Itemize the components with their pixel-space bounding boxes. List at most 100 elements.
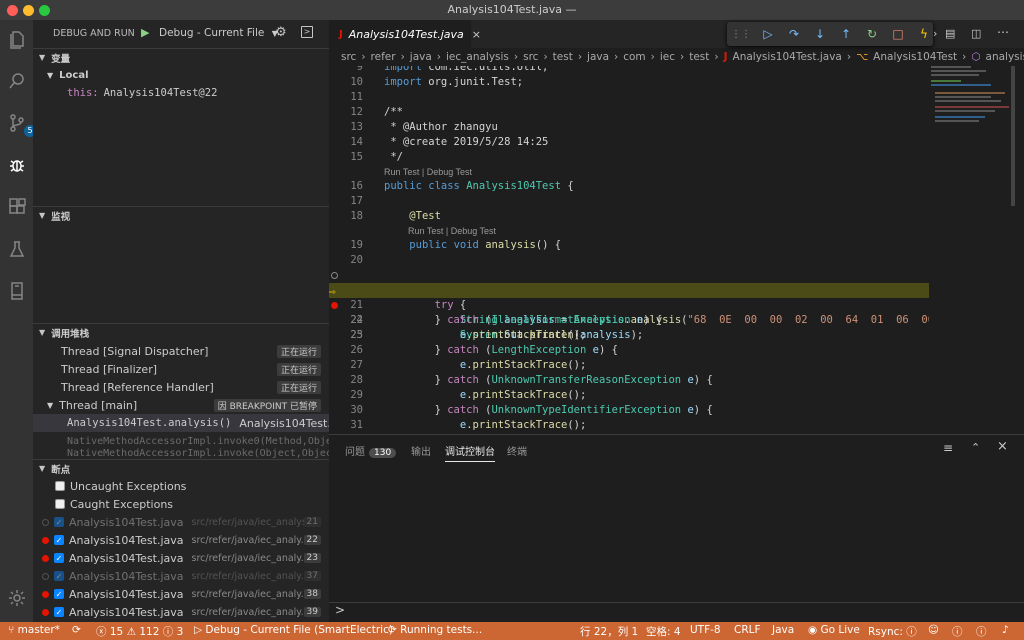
variables-section-header[interactable]: ▼ 变量	[33, 48, 329, 66]
breakpoint-item[interactable]: ✓ Analysis104Test.java src/refer/java/ie…	[33, 603, 329, 621]
testing-flask-icon[interactable]	[6, 238, 28, 260]
breadcrumb-item[interactable]: iec_analysis	[446, 51, 509, 63]
breadcrumb-item[interactable]: analysis()	[986, 51, 1024, 63]
breadcrumb-item[interactable]: com	[623, 51, 645, 63]
search-icon[interactable]	[6, 70, 28, 92]
breadcrumb-item[interactable]: Analysis104Test.java	[733, 51, 842, 63]
checkbox[interactable]	[55, 481, 65, 491]
tab-debug-console[interactable]: 调试控制台	[445, 443, 495, 462]
code-line: 11	[350, 91, 363, 103]
checkbox[interactable]: ✓	[54, 607, 64, 617]
breakpoint-item[interactable]: ✓ Analysis104Test.java src/refer/java/ie…	[33, 513, 329, 531]
split-editor-icon[interactable]: ◫	[971, 27, 981, 40]
checkbox[interactable]	[55, 499, 65, 509]
sync-icon[interactable]: ⟳	[72, 624, 81, 636]
tab-terminal[interactable]: 终端	[507, 443, 527, 458]
breadcrumb-item[interactable]: iec	[660, 51, 675, 63]
bell-icon[interactable]: ♪	[1002, 624, 1009, 636]
checkbox[interactable]: ✓	[54, 589, 64, 599]
open-changes-icon[interactable]: ▤	[945, 27, 955, 40]
breadcrumb-item[interactable]: src	[523, 51, 538, 63]
clear-console-icon[interactable]: ≡	[943, 441, 953, 455]
thread-row-main[interactable]: ▼ Thread [main] 因 BREAKPOINT 已暂停	[33, 396, 329, 414]
info-icon: ⓘ	[162, 626, 174, 638]
breakpoints-section-header[interactable]: ▼ 断点	[33, 459, 329, 477]
tab-problems[interactable]: 问题 130	[345, 443, 397, 458]
breadcrumb-item[interactable]: java	[410, 51, 432, 63]
debug-sidebar: DEBUG AND RUN ▶ Debug - Current File ▼ ⚙…	[33, 20, 329, 622]
debug-config-status[interactable]: ▷ Debug - Current File (SmartElectric)	[194, 624, 393, 636]
feedback-icon[interactable]: ☺	[928, 624, 939, 636]
branch-status[interactable]: ⑂ master*	[8, 624, 60, 636]
breakpoint-item[interactable]: ✓ Analysis104Test.java src/refer/java/ie…	[33, 567, 329, 585]
close-icon[interactable]: ×	[472, 28, 481, 41]
checkbox[interactable]: ✓	[54, 517, 64, 527]
codelens-run-debug[interactable]: Run Test | Debug Test	[384, 167, 472, 177]
language-mode[interactable]: Java	[772, 624, 794, 636]
go-live-button[interactable]: ◉ Go Live	[808, 624, 860, 636]
problems-status[interactable]: ⓧ 15 ⚠ 112 ⓘ 3	[96, 624, 183, 639]
breadcrumb-item[interactable]: src	[341, 51, 356, 63]
step-into-icon[interactable]: ↓	[811, 25, 829, 43]
breakpoint-disabled-icon[interactable]	[331, 272, 338, 279]
debug-settings-gear-icon[interactable]: ⚙	[275, 25, 287, 40]
breadcrumb-item[interactable]: refer	[371, 51, 396, 63]
line-ending[interactable]: CRLF	[734, 624, 761, 636]
codelens-run-debug[interactable]: Run Test | Debug Test	[408, 226, 496, 236]
stack-frame[interactable]: Analysis104Test.analysis() Analysis104Te…	[33, 414, 329, 432]
info-circle-icon[interactable]: ⓘ	[976, 624, 987, 639]
breakpoint-item[interactable]: ✓ Analysis104Test.java src/refer/java/ie…	[33, 585, 329, 603]
maximize-panel-icon[interactable]: ⌃	[971, 441, 980, 454]
checkbox[interactable]: ✓	[54, 535, 64, 545]
tab-analysis104test[interactable]: J Analysis104Test.java ×	[329, 20, 481, 48]
exception-breakpoint[interactable]: Caught Exceptions	[33, 495, 329, 513]
breadcrumb-item[interactable]: java	[587, 51, 609, 63]
running-tests-status[interactable]: ⟳ Running tests...	[388, 624, 482, 636]
variable-this[interactable]: this: Analysis104Test@22	[33, 84, 329, 102]
minimap[interactable]	[929, 66, 1015, 434]
thread-row[interactable]: Thread [Finalizer] 正在运行	[33, 360, 329, 378]
step-over-icon[interactable]: ↷	[785, 25, 803, 43]
warning-circle-icon[interactable]: ⓘ	[952, 624, 963, 639]
continue-icon[interactable]: ▷	[759, 25, 777, 43]
encoding[interactable]: UTF-8	[690, 624, 721, 636]
breadcrumb-item[interactable]: Analysis104Test	[873, 51, 957, 63]
debug-console-icon[interactable]: >	[301, 26, 313, 38]
drag-handle-icon[interactable]: ⋮⋮	[731, 29, 751, 40]
restart-icon[interactable]: ↻	[863, 25, 881, 43]
debug-config-select[interactable]: Debug - Current File ▼	[159, 27, 278, 39]
stack-frame[interactable]: NativeMethodAccessorImpl.invoke(Object,O…	[33, 448, 329, 458]
breadcrumb-item[interactable]: test	[553, 51, 573, 63]
thread-row[interactable]: Thread [Signal Dispatcher] 正在运行	[33, 342, 329, 360]
breadcrumb-item[interactable]: test	[689, 51, 709, 63]
start-debug-icon[interactable]: ▶	[141, 26, 149, 39]
gear-icon[interactable]	[6, 587, 28, 609]
debug-icon[interactable]	[6, 154, 28, 176]
breakpoint-item[interactable]: ✓ Analysis104Test.java src/refer/java/ie…	[33, 549, 329, 567]
close-panel-icon[interactable]: ×	[997, 439, 1008, 454]
source-control-icon[interactable]: 5	[6, 112, 36, 137]
stop-icon[interactable]: □	[889, 25, 907, 43]
cursor-position[interactable]: 行 22，列 1	[580, 624, 638, 639]
explorer-icon[interactable]	[6, 28, 28, 50]
watch-section-header[interactable]: ▼ 监视	[33, 206, 329, 224]
step-out-icon[interactable]: ↑	[837, 25, 855, 43]
more-actions-icon[interactable]: ⋯	[997, 25, 1009, 39]
breakpoint-item[interactable]: ✓ Analysis104Test.java src/refer/java/ie…	[33, 531, 329, 549]
breakpoint-icon[interactable]	[331, 302, 338, 309]
chevron-right-icon[interactable]: ›	[933, 27, 937, 40]
thread-row[interactable]: Thread [Reference Handler] 正在运行	[33, 378, 329, 396]
hot-reload-icon[interactable]: ϟ	[915, 25, 933, 43]
callstack-section-header[interactable]: ▼ 调用堆栈	[33, 323, 329, 341]
indentation[interactable]: 空格: 4	[646, 624, 681, 639]
debug-console-input[interactable]: >	[329, 602, 1024, 622]
tab-output[interactable]: 输出	[411, 443, 431, 458]
scope-local[interactable]: ▼ Local	[33, 66, 329, 84]
extensions-icon[interactable]	[6, 196, 28, 218]
rsync-status[interactable]: Rsync: ⓘ	[868, 624, 917, 639]
checkbox[interactable]: ✓	[54, 553, 64, 563]
exception-breakpoint[interactable]: Uncaught Exceptions	[33, 477, 329, 495]
code-editor[interactable]: 9 import com.iec.utils.Util; 10 import org…	[329, 66, 929, 434]
book-icon[interactable]	[6, 280, 28, 302]
checkbox[interactable]: ✓	[54, 571, 64, 581]
